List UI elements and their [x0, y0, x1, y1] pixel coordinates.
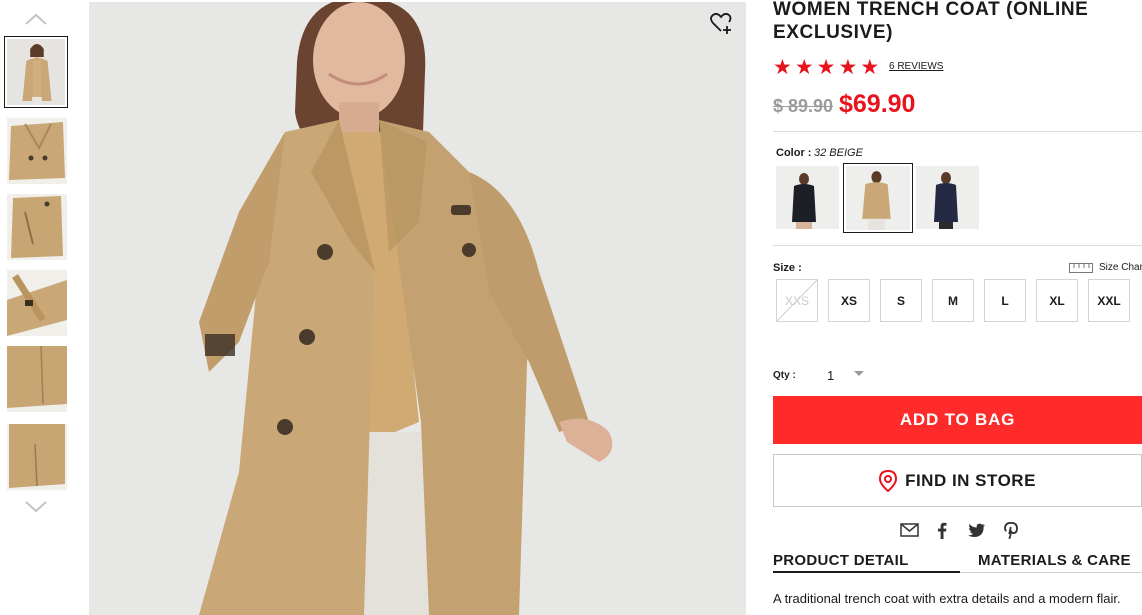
- wishlist-button[interactable]: [709, 11, 733, 35]
- size-label-l: L: [1001, 293, 1009, 308]
- size-option-l[interactable]: L: [984, 279, 1026, 322]
- star-icon: ★: [794, 56, 814, 79]
- color-value: 32 BEIGE: [814, 147, 863, 159]
- color-label: Color :: [776, 147, 812, 159]
- size-option-xxs: XXS: [776, 279, 818, 322]
- star-icon: ★: [773, 56, 792, 79]
- size-label: Size :: [773, 262, 802, 274]
- thumbnails-down-arrow[interactable]: [24, 500, 48, 514]
- size-option-xs[interactable]: XS: [828, 279, 870, 322]
- thumbnail-hem-detail[interactable]: [7, 346, 67, 412]
- size-option-xl[interactable]: XL: [1036, 279, 1078, 322]
- size-label-xxl: XXL: [1097, 293, 1121, 308]
- model-wearing-trench-coat: [89, 2, 746, 615]
- divider: [773, 245, 1142, 246]
- rating-stars: ★ ★ ★ ★ ★: [773, 56, 880, 79]
- thumbnail-front-view[interactable]: [4, 36, 68, 108]
- thumbnail-collar-detail[interactable]: [7, 118, 67, 184]
- color-swatch-black[interactable]: [776, 166, 839, 229]
- main-product-image: [89, 2, 746, 615]
- sale-price: $69.90: [839, 90, 916, 118]
- product-title: WOMEN TRENCH COAT (ONLINE EXCLUSIVE): [773, 0, 1089, 43]
- heart-plus-icon: [710, 12, 732, 34]
- facebook-icon[interactable]: [932, 520, 952, 540]
- add-to-bag-button[interactable]: ADD TO BAG: [773, 396, 1142, 444]
- tab-product-detail[interactable]: PRODUCT DETAIL: [773, 552, 909, 569]
- chevron-down-icon: [25, 501, 47, 513]
- twitter-icon[interactable]: [967, 520, 987, 540]
- thumbnail-back-vent-detail[interactable]: [7, 424, 67, 490]
- reviews-link[interactable]: 6 REVIEWS: [889, 61, 943, 72]
- star-icon: ★: [816, 56, 836, 79]
- unavailable-strike: [777, 280, 817, 321]
- size-label-m: M: [948, 293, 958, 308]
- divider: [773, 131, 1142, 132]
- quantity-label: Qty :: [773, 370, 796, 381]
- size-chart-label: Size Chart: [1099, 262, 1142, 273]
- size-option-m[interactable]: M: [932, 279, 974, 322]
- ruler-icon: [1069, 262, 1093, 273]
- thumbnails-up-arrow[interactable]: [24, 12, 48, 26]
- chevron-up-icon: [25, 13, 47, 25]
- product-description: A traditional trench coat with extra det…: [773, 591, 1121, 606]
- pinterest-icon[interactable]: [1001, 520, 1021, 540]
- original-price: $ 89.90: [773, 96, 834, 116]
- quantity-select[interactable]: 1: [820, 364, 870, 386]
- color-swatch-navy[interactable]: [916, 166, 979, 229]
- size-label-xs: XS: [840, 293, 857, 308]
- star-icon: ★: [838, 56, 858, 79]
- tab-divider: [960, 572, 1142, 573]
- size-label-xl: XL: [1049, 293, 1065, 308]
- tab-materials-care[interactable]: MATERIALS & CARE: [978, 552, 1131, 569]
- location-pin-icon: [879, 469, 898, 492]
- find-in-store-button[interactable]: FIND IN STORE: [773, 454, 1142, 507]
- size-chart-link[interactable]: Size Chart: [1069, 262, 1142, 273]
- thumbnail-belt-detail[interactable]: [7, 270, 67, 336]
- size-option-xxl[interactable]: XXL: [1088, 279, 1130, 322]
- find-in-store-label: FIND IN STORE: [905, 470, 1036, 490]
- star-icon: ★: [860, 56, 880, 79]
- size-label-s: S: [896, 293, 905, 308]
- mail-icon[interactable]: [899, 520, 919, 540]
- color-swatch-beige[interactable]: [843, 163, 913, 233]
- quantity-value: 1: [827, 367, 835, 383]
- caret-down-icon: [854, 371, 864, 376]
- size-option-s[interactable]: S: [880, 279, 922, 322]
- active-tab-indicator: [773, 571, 960, 573]
- thumbnail-pocket-detail[interactable]: [7, 194, 67, 260]
